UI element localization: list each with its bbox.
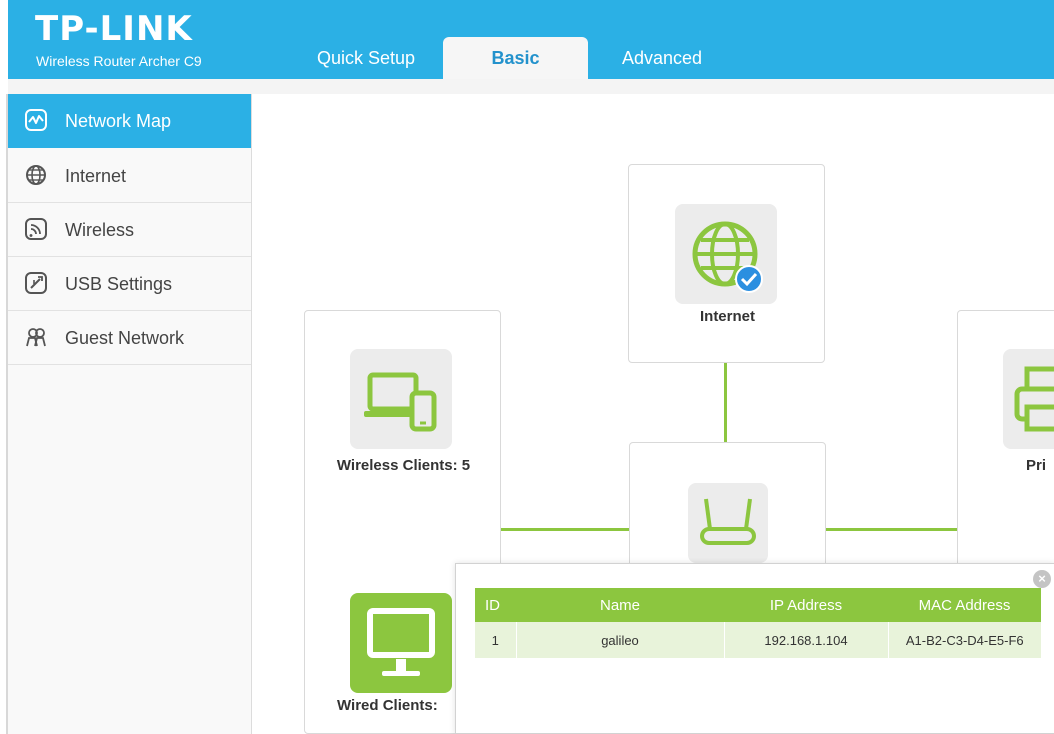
wired-clients-popup: × ID Name IP Address MAC Address 1 galil… [455, 563, 1054, 734]
router-icon [700, 498, 756, 545]
table-header-row: ID Name IP Address MAC Address [475, 588, 1041, 622]
sub-header-strip [8, 79, 1054, 94]
sidebar-item-label: Network Map [65, 111, 172, 131]
internet-icon-tile [675, 204, 777, 304]
router-icon-tile [688, 483, 768, 563]
sidebar-item-usb-settings[interactable]: USB Settings [8, 257, 251, 311]
wireless-router-link [501, 528, 629, 531]
wired-clients-label: Wired Clients: [337, 697, 438, 714]
cell-name: galileo [515, 622, 724, 658]
clients-table: ID Name IP Address MAC Address 1 galileo… [475, 588, 1041, 658]
printer-label: Pri [1026, 457, 1047, 474]
sidebar-item-label: Internet [65, 166, 127, 186]
close-icon[interactable]: × [1033, 570, 1051, 588]
sidebar: Network Map Internet Wireless USB Settin… [8, 94, 252, 734]
globe-icon [692, 221, 763, 293]
monitor-icon [367, 608, 435, 676]
internet-card[interactable]: Internet [628, 164, 825, 363]
sidebar-item-network-map[interactable]: Network Map [8, 94, 251, 148]
tab-quick-setup[interactable]: Quick Setup [296, 37, 436, 79]
column-header-name: Name [516, 588, 724, 622]
column-header-id: ID [475, 588, 516, 622]
column-header-mac: MAC Address [888, 588, 1041, 622]
sidebar-item-label: Guest Network [65, 328, 185, 348]
usb-icon [25, 272, 47, 294]
sidebar-item-label: USB Settings [65, 274, 173, 294]
sidebar-item-guest-network[interactable]: Guest Network [8, 311, 251, 365]
sidebar-item-wireless[interactable]: Wireless [8, 203, 251, 257]
devices-icon [364, 372, 437, 432]
wireless-clients-label: Wireless Clients: 5 [336, 457, 471, 474]
guests-icon [26, 328, 46, 347]
printer-icon-tile [1003, 349, 1054, 449]
column-header-ip: IP Address [724, 588, 888, 622]
wireless-icon [25, 218, 47, 240]
wireless-clients-icon-tile [350, 349, 452, 449]
tab-basic[interactable]: Basic [443, 37, 588, 79]
printer-router-link [826, 528, 958, 531]
cell-ip-address: 192.168.1.104 [723, 622, 888, 658]
sidebar-item-internet[interactable]: Internet [8, 149, 251, 203]
printer-icon [1014, 366, 1054, 432]
network-map-icon [25, 109, 47, 131]
sidebar-item-label: Wireless [65, 220, 135, 240]
internet-label: Internet [699, 308, 755, 325]
header-bar: TP-LINK Wireless Router Archer C9 Quick … [8, 0, 1054, 79]
wired-clients-icon-tile [350, 593, 452, 693]
tp-link-logo: TP-LINK [35, 9, 193, 49]
cell-id: 1 [475, 622, 516, 658]
internet-router-link [724, 362, 727, 442]
router-model: Wireless Router Archer C9 [36, 53, 202, 69]
globe-icon [26, 165, 46, 185]
tab-advanced[interactable]: Advanced [592, 37, 732, 79]
cell-mac-address: A1-B2-C3-D4-E5-F6 [887, 622, 1041, 658]
table-row: 1 galileo 192.168.1.104 A1-B2-C3-D4-E5-F… [475, 622, 1041, 658]
